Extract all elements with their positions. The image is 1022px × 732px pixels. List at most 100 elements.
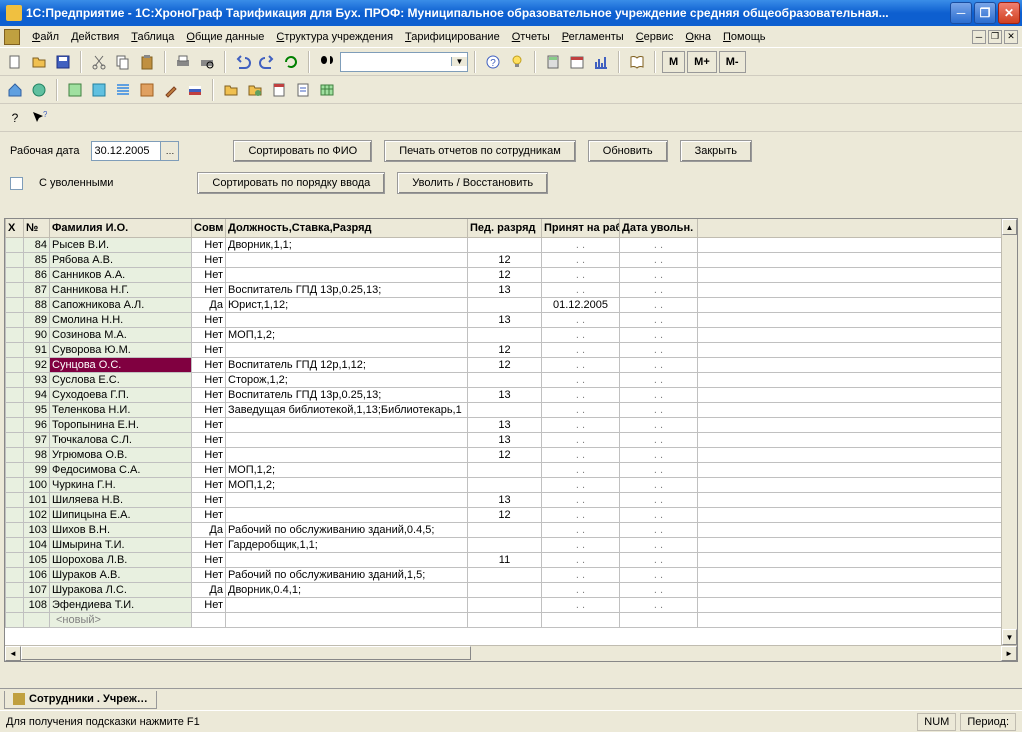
- col-sovm[interactable]: Совм: [192, 219, 226, 237]
- date-picker-button[interactable]: …: [160, 142, 178, 160]
- close-panel-button[interactable]: Закрыть: [680, 140, 752, 162]
- table-row[interactable]: 96Торопынина Е.Н.Нет13. .. .: [6, 417, 1017, 432]
- search-combo[interactable]: ▼: [340, 52, 468, 72]
- redo-icon[interactable]: [256, 51, 278, 73]
- menu-Окна[interactable]: Окна: [679, 29, 717, 45]
- fire-restore-button[interactable]: Уволить / Восстановить: [397, 172, 548, 194]
- table-row[interactable]: 102Шипицына Е.А.Нет12. .. .: [6, 507, 1017, 522]
- print-preview-icon[interactable]: [196, 51, 218, 73]
- table-icon[interactable]: [316, 79, 338, 101]
- home-icon[interactable]: [4, 79, 26, 101]
- menu-Общие данные[interactable]: Общие данные: [180, 29, 270, 45]
- new-icon[interactable]: [4, 51, 26, 73]
- tab-employees[interactable]: Сотрудники . Учреж…: [4, 691, 157, 709]
- menu-Сервис[interactable]: Сервис: [630, 29, 680, 45]
- table-row[interactable]: 98Угрюмова О.В.Нет12. .. .: [6, 447, 1017, 462]
- cut-icon[interactable]: [88, 51, 110, 73]
- folder1-icon[interactable]: [220, 79, 242, 101]
- folder2-icon[interactable]: [244, 79, 266, 101]
- tip-icon[interactable]: [506, 51, 528, 73]
- table-row[interactable]: 89Смолина Н.Н.Нет13. .. .: [6, 312, 1017, 327]
- print-reports-button[interactable]: Печать отчетов по сотрудникам: [384, 140, 576, 162]
- table-row[interactable]: 86Санников А.А.Нет12. .. .: [6, 267, 1017, 282]
- find-icon[interactable]: [316, 51, 338, 73]
- working-date-input[interactable]: …: [91, 141, 179, 161]
- memory-m-button[interactable]: М: [662, 51, 685, 73]
- table-row[interactable]: 95Теленкова Н.И.НетЗаведущая библиотекой…: [6, 402, 1017, 417]
- scroll-down-icon[interactable]: ▼: [1002, 629, 1017, 645]
- copy-icon[interactable]: [112, 51, 134, 73]
- menu-Структура учреждения[interactable]: Структура учреждения: [270, 29, 399, 45]
- vertical-scrollbar[interactable]: ▲ ▼: [1001, 219, 1017, 645]
- table-row[interactable]: 105Шорохова Л.В.Нет11. .. .: [6, 552, 1017, 567]
- form-icon[interactable]: [136, 79, 158, 101]
- report2-icon[interactable]: [292, 79, 314, 101]
- table-row[interactable]: 106Шураков А.В.НетРабочий по обслуживани…: [6, 567, 1017, 582]
- tool-icon[interactable]: [160, 79, 182, 101]
- table-row[interactable]: 94Суходоева Г.П.НетВоспитатель ГПД 13р,0…: [6, 387, 1017, 402]
- table-row[interactable]: 85Рябова А.В.Нет12. .. .: [6, 252, 1017, 267]
- mdi-minimize[interactable]: ─: [972, 30, 986, 44]
- table-row[interactable]: 90Созинова М.А.НетМОП,1,2;. .. .: [6, 327, 1017, 342]
- maximize-button[interactable]: ❐: [974, 2, 996, 24]
- grid2-icon[interactable]: [88, 79, 110, 101]
- date-field[interactable]: [92, 142, 160, 160]
- table-row[interactable]: 103Шихов В.Н.ДаРабочий по обслуживанию з…: [6, 522, 1017, 537]
- sort-fio-button[interactable]: Сортировать по ФИО: [233, 140, 372, 162]
- menu-Файл[interactable]: Файл: [26, 29, 65, 45]
- col-x[interactable]: Х: [6, 219, 24, 237]
- save-icon[interactable]: [52, 51, 74, 73]
- table-row[interactable]: 100Чуркина Г.Н.НетМОП,1,2;. .. .: [6, 477, 1017, 492]
- hscroll-thumb[interactable]: [21, 646, 471, 660]
- col-name[interactable]: Фамилия И.О.: [50, 219, 192, 237]
- scroll-up-icon[interactable]: ▲: [1002, 219, 1017, 235]
- col-fired[interactable]: Дата увольн.: [620, 219, 698, 237]
- chevron-down-icon[interactable]: ▼: [451, 57, 467, 66]
- search-input[interactable]: [341, 53, 451, 71]
- pointer-help-icon[interactable]: ?: [28, 107, 50, 129]
- horizontal-scrollbar[interactable]: ◄ ►: [5, 645, 1017, 661]
- calendar-icon[interactable]: [566, 51, 588, 73]
- table-row[interactable]: 84Рысев В.И.НетДворник,1,1;. .. .: [6, 237, 1017, 252]
- col-hired[interactable]: Принят на раб.: [542, 219, 620, 237]
- with-fired-checkbox[interactable]: [10, 177, 23, 190]
- scroll-left-icon[interactable]: ◄: [5, 646, 21, 661]
- calc-icon[interactable]: [542, 51, 564, 73]
- col-ped[interactable]: Пед. разряд: [468, 219, 542, 237]
- menu-Регламенты[interactable]: Регламенты: [556, 29, 630, 45]
- memory-mplus-button[interactable]: М+: [687, 51, 717, 73]
- table-row[interactable]: 91Суворова Ю.М.Нет12. .. .: [6, 342, 1017, 357]
- table-row-new[interactable]: <новый>: [6, 612, 1017, 627]
- table-row[interactable]: 104Шмырина Т.И.НетГардеробщик,1,1;. .. .: [6, 537, 1017, 552]
- grid1-icon[interactable]: [64, 79, 86, 101]
- refresh-icon[interactable]: [280, 51, 302, 73]
- table-row[interactable]: 87Санникова Н.Г.НетВоспитатель ГПД 13р,0…: [6, 282, 1017, 297]
- col-position[interactable]: Должность,Ставка,Разряд: [226, 219, 468, 237]
- mdi-close[interactable]: ✕: [1004, 30, 1018, 44]
- list-icon[interactable]: [112, 79, 134, 101]
- open-icon[interactable]: [28, 51, 50, 73]
- help-context-icon[interactable]: ?: [4, 107, 26, 129]
- menu-Отчеты[interactable]: Отчеты: [506, 29, 556, 45]
- menu-Таблица[interactable]: Таблица: [125, 29, 180, 45]
- help-icon[interactable]: ?: [482, 51, 504, 73]
- chart-icon[interactable]: [590, 51, 612, 73]
- paste-icon[interactable]: [136, 51, 158, 73]
- memory-mminus-button[interactable]: М-: [719, 51, 746, 73]
- menu-Действия[interactable]: Действия: [65, 29, 125, 45]
- menu-Помощь[interactable]: Помощь: [717, 29, 772, 45]
- flag-icon[interactable]: [184, 79, 206, 101]
- table-row[interactable]: 99Федосимова С.А.НетМОП,1,2;. .. .: [6, 462, 1017, 477]
- report1-icon[interactable]: [268, 79, 290, 101]
- globe-icon[interactable]: [28, 79, 50, 101]
- table-row[interactable]: 97Тючкалова С.Л.Нет13. .. .: [6, 432, 1017, 447]
- scroll-right-icon[interactable]: ►: [1001, 646, 1017, 661]
- table-row[interactable]: 88Сапожникова А.Л.ДаЮрист,1,12;01.12.200…: [6, 297, 1017, 312]
- sort-input-button[interactable]: Сортировать по порядку ввода: [197, 172, 385, 194]
- menu-Тарифицирование[interactable]: Тарифицирование: [399, 29, 506, 45]
- refresh-button[interactable]: Обновить: [588, 140, 668, 162]
- minimize-button[interactable]: ─: [950, 2, 972, 24]
- table-row[interactable]: 92Сунцова О.С.НетВоспитатель ГПД 12р,1,1…: [6, 357, 1017, 372]
- table-row[interactable]: 101Шиляева Н.В.Нет13. .. .: [6, 492, 1017, 507]
- undo-icon[interactable]: [232, 51, 254, 73]
